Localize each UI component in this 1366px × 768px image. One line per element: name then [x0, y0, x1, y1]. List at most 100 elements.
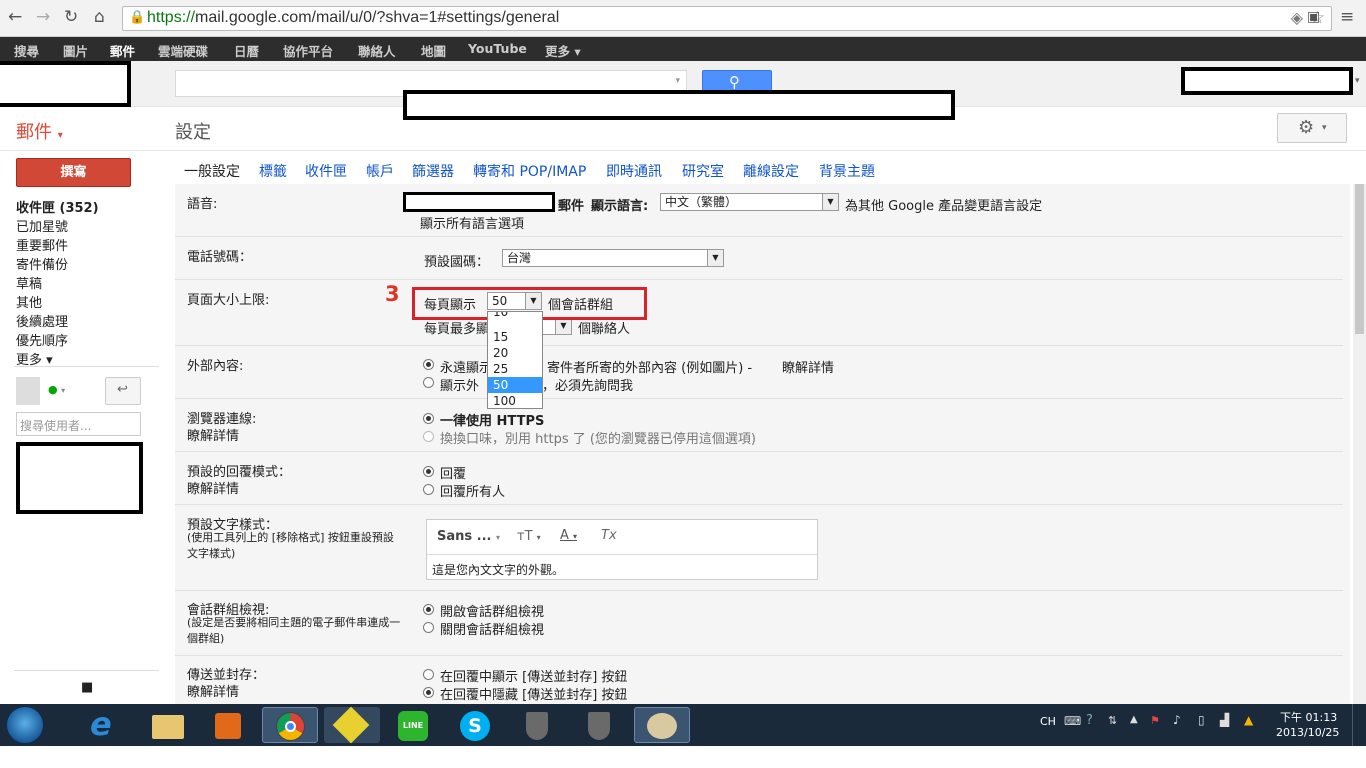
reply-all-radio[interactable]	[423, 484, 434, 495]
taskbar-ie[interactable]: e	[78, 705, 134, 743]
nav-priority[interactable]: 優先順序	[16, 330, 68, 349]
nav-sent[interactable]: 寄件備份	[16, 254, 68, 273]
volume-icon[interactable]: ♪	[1173, 713, 1181, 727]
action-center-icon[interactable]: ⚑	[1150, 714, 1160, 727]
taskbar-paint[interactable]	[634, 707, 690, 743]
taskbar-media[interactable]	[200, 707, 256, 743]
account-chevron-icon[interactable]: ▾	[1355, 76, 1360, 86]
avatar[interactable]	[16, 377, 40, 405]
conversations-per-page-select[interactable]: 50 ▼	[487, 292, 542, 310]
gmail-menu[interactable]: 郵件 ▾	[16, 118, 63, 144]
status-online-icon[interactable]: ● ▾	[48, 383, 65, 396]
dropdown-option[interactable]: 25	[493, 361, 508, 377]
nav-important[interactable]: 重要郵件	[16, 235, 68, 254]
tab-themes[interactable]: 背景主題	[819, 161, 875, 181]
start-button[interactable]	[6, 706, 44, 744]
help-icon[interactable]: ?	[1086, 713, 1093, 728]
tab-labs[interactable]: 研究室	[682, 161, 724, 181]
all-languages-link[interactable]: 顯示所有語言選項	[420, 213, 524, 232]
tab-inbox[interactable]: 收件匣	[305, 161, 347, 181]
page-size-dropdown-list[interactable]: 10 15 20 25 50 100	[487, 311, 543, 409]
https-always-radio[interactable]	[423, 413, 434, 424]
taskbar-skype[interactable]: S	[448, 707, 504, 743]
external-ask-radio[interactable]	[423, 377, 434, 388]
dropdown-option[interactable]: 20	[493, 345, 508, 361]
device-icon[interactable]: ▯	[1198, 713, 1205, 727]
address-bar[interactable]: 🔒 https://mail.google.com/mail/u/0/?shva…	[122, 6, 1332, 31]
nav-followup[interactable]: 後續處理	[16, 311, 68, 330]
scrollbar[interactable]	[1353, 184, 1366, 704]
home-icon[interactable]: ⌂	[94, 7, 105, 27]
tab-filters[interactable]: 篩選器	[412, 161, 454, 181]
compose-button[interactable]: 撰寫	[16, 158, 131, 187]
browser-learn-more-link[interactable]: 瞭解詳情	[187, 425, 239, 444]
show-hidden-icons[interactable]: ▲	[1130, 714, 1138, 725]
other-products-language-link[interactable]: 為其他 Google 產品變更語言設定	[845, 195, 1042, 214]
menu-icon[interactable]: ≡	[1340, 7, 1354, 27]
clock-time[interactable]: 下午 01:13	[1280, 709, 1337, 725]
settings-gear-button[interactable]: ⚙ ▾	[1277, 113, 1347, 143]
taskbar-chrome[interactable]	[262, 707, 318, 743]
language-select[interactable]: 中文（繁體） ▼	[660, 193, 839, 211]
ime-icon[interactable]: ⇅	[1108, 714, 1117, 727]
page-action-icon[interactable]: ◈	[1291, 8, 1303, 27]
font-size-icon[interactable]: ᴛT ▾	[517, 529, 541, 544]
tab-offline[interactable]: 離線設定	[743, 161, 799, 181]
send-archive-hide-radio[interactable]	[423, 687, 434, 698]
country-select[interactable]: 台灣 ▼	[502, 249, 724, 267]
tab-labels[interactable]: 標籤	[259, 161, 287, 181]
text-color-icon[interactable]: A ▾	[560, 528, 577, 543]
chat-icon[interactable]: ■	[81, 680, 93, 695]
send-archive-learn-more-link[interactable]: 瞭解詳情	[187, 681, 239, 700]
dropdown-option-selected[interactable]: 50	[488, 377, 542, 393]
forward-icon[interactable]: →	[36, 7, 50, 27]
external-learn-more-link[interactable]: 瞭解詳情	[782, 357, 834, 376]
font-select[interactable]: Sans ... ▾	[437, 529, 500, 544]
search-options-icon[interactable]: ▾	[675, 76, 680, 86]
tab-chat[interactable]: 即時通訊	[606, 161, 662, 181]
dropdown-option[interactable]: 10	[493, 312, 508, 320]
keyboard-icon[interactable]: ⌨	[1064, 714, 1081, 728]
gbar-drive[interactable]: 雲端硬碟	[158, 41, 208, 60]
people-search-input[interactable]: 搜尋使用者...	[16, 412, 141, 436]
back-icon[interactable]: ←	[8, 7, 22, 27]
taskbar-explorer[interactable]	[140, 707, 196, 743]
taskbar-game-1[interactable]	[510, 707, 566, 743]
gbar-images[interactable]: 圖片	[63, 41, 88, 60]
phone-call-button[interactable]: ↩	[105, 377, 141, 405]
scrollbar-thumb[interactable]	[1355, 184, 1364, 334]
tab-general[interactable]: 一般設定	[184, 161, 240, 181]
taskbar-game-2[interactable]	[572, 707, 628, 743]
tab-forwarding[interactable]: 轉寄和 POP/IMAP	[473, 161, 586, 181]
conversation-off-radio[interactable]	[423, 622, 434, 633]
external-always-radio[interactable]	[423, 359, 434, 370]
reply-learn-more-link[interactable]: 瞭解詳情	[187, 478, 239, 497]
conversation-on-radio[interactable]	[423, 604, 434, 615]
gbar-youtube[interactable]: YouTube	[468, 41, 527, 56]
gbar-search[interactable]: 搜尋	[14, 41, 39, 60]
extension-icon[interactable]: ▣	[1307, 9, 1320, 25]
gbar-maps[interactable]: 地圖	[421, 41, 446, 60]
network-icon[interactable]: ▟	[1220, 713, 1229, 727]
remove-format-icon[interactable]: Tx	[601, 528, 617, 543]
gbar-mail[interactable]: 郵件	[110, 41, 135, 60]
nav-starred[interactable]: 已加星號	[16, 216, 68, 235]
input-language[interactable]: CH	[1040, 715, 1056, 728]
reload-icon[interactable]: ↻	[64, 7, 78, 27]
gbar-more[interactable]: 更多 ▾	[545, 41, 581, 60]
tab-accounts[interactable]: 帳戶	[366, 161, 394, 181]
reply-radio[interactable]	[423, 466, 434, 477]
nav-other[interactable]: 其他	[16, 292, 42, 311]
gbar-contacts[interactable]: 聯絡人	[358, 41, 396, 60]
taskbar-app[interactable]	[324, 706, 380, 744]
redacted-account[interactable]	[1181, 67, 1353, 95]
gbar-sites[interactable]: 協作平台	[283, 41, 333, 60]
gbar-calendar[interactable]: 日曆	[234, 41, 259, 60]
nav-inbox[interactable]: 收件匣 (352)	[16, 197, 99, 216]
dropdown-option[interactable]: 15	[493, 329, 508, 345]
dropdown-option[interactable]: 100	[493, 393, 516, 408]
taskbar-line[interactable]: LINE	[386, 707, 442, 743]
drive-sync-icon[interactable]: ▲	[1244, 713, 1253, 727]
clock-date[interactable]: 2013/10/25	[1276, 726, 1339, 739]
show-desktop-button[interactable]	[1352, 704, 1366, 746]
